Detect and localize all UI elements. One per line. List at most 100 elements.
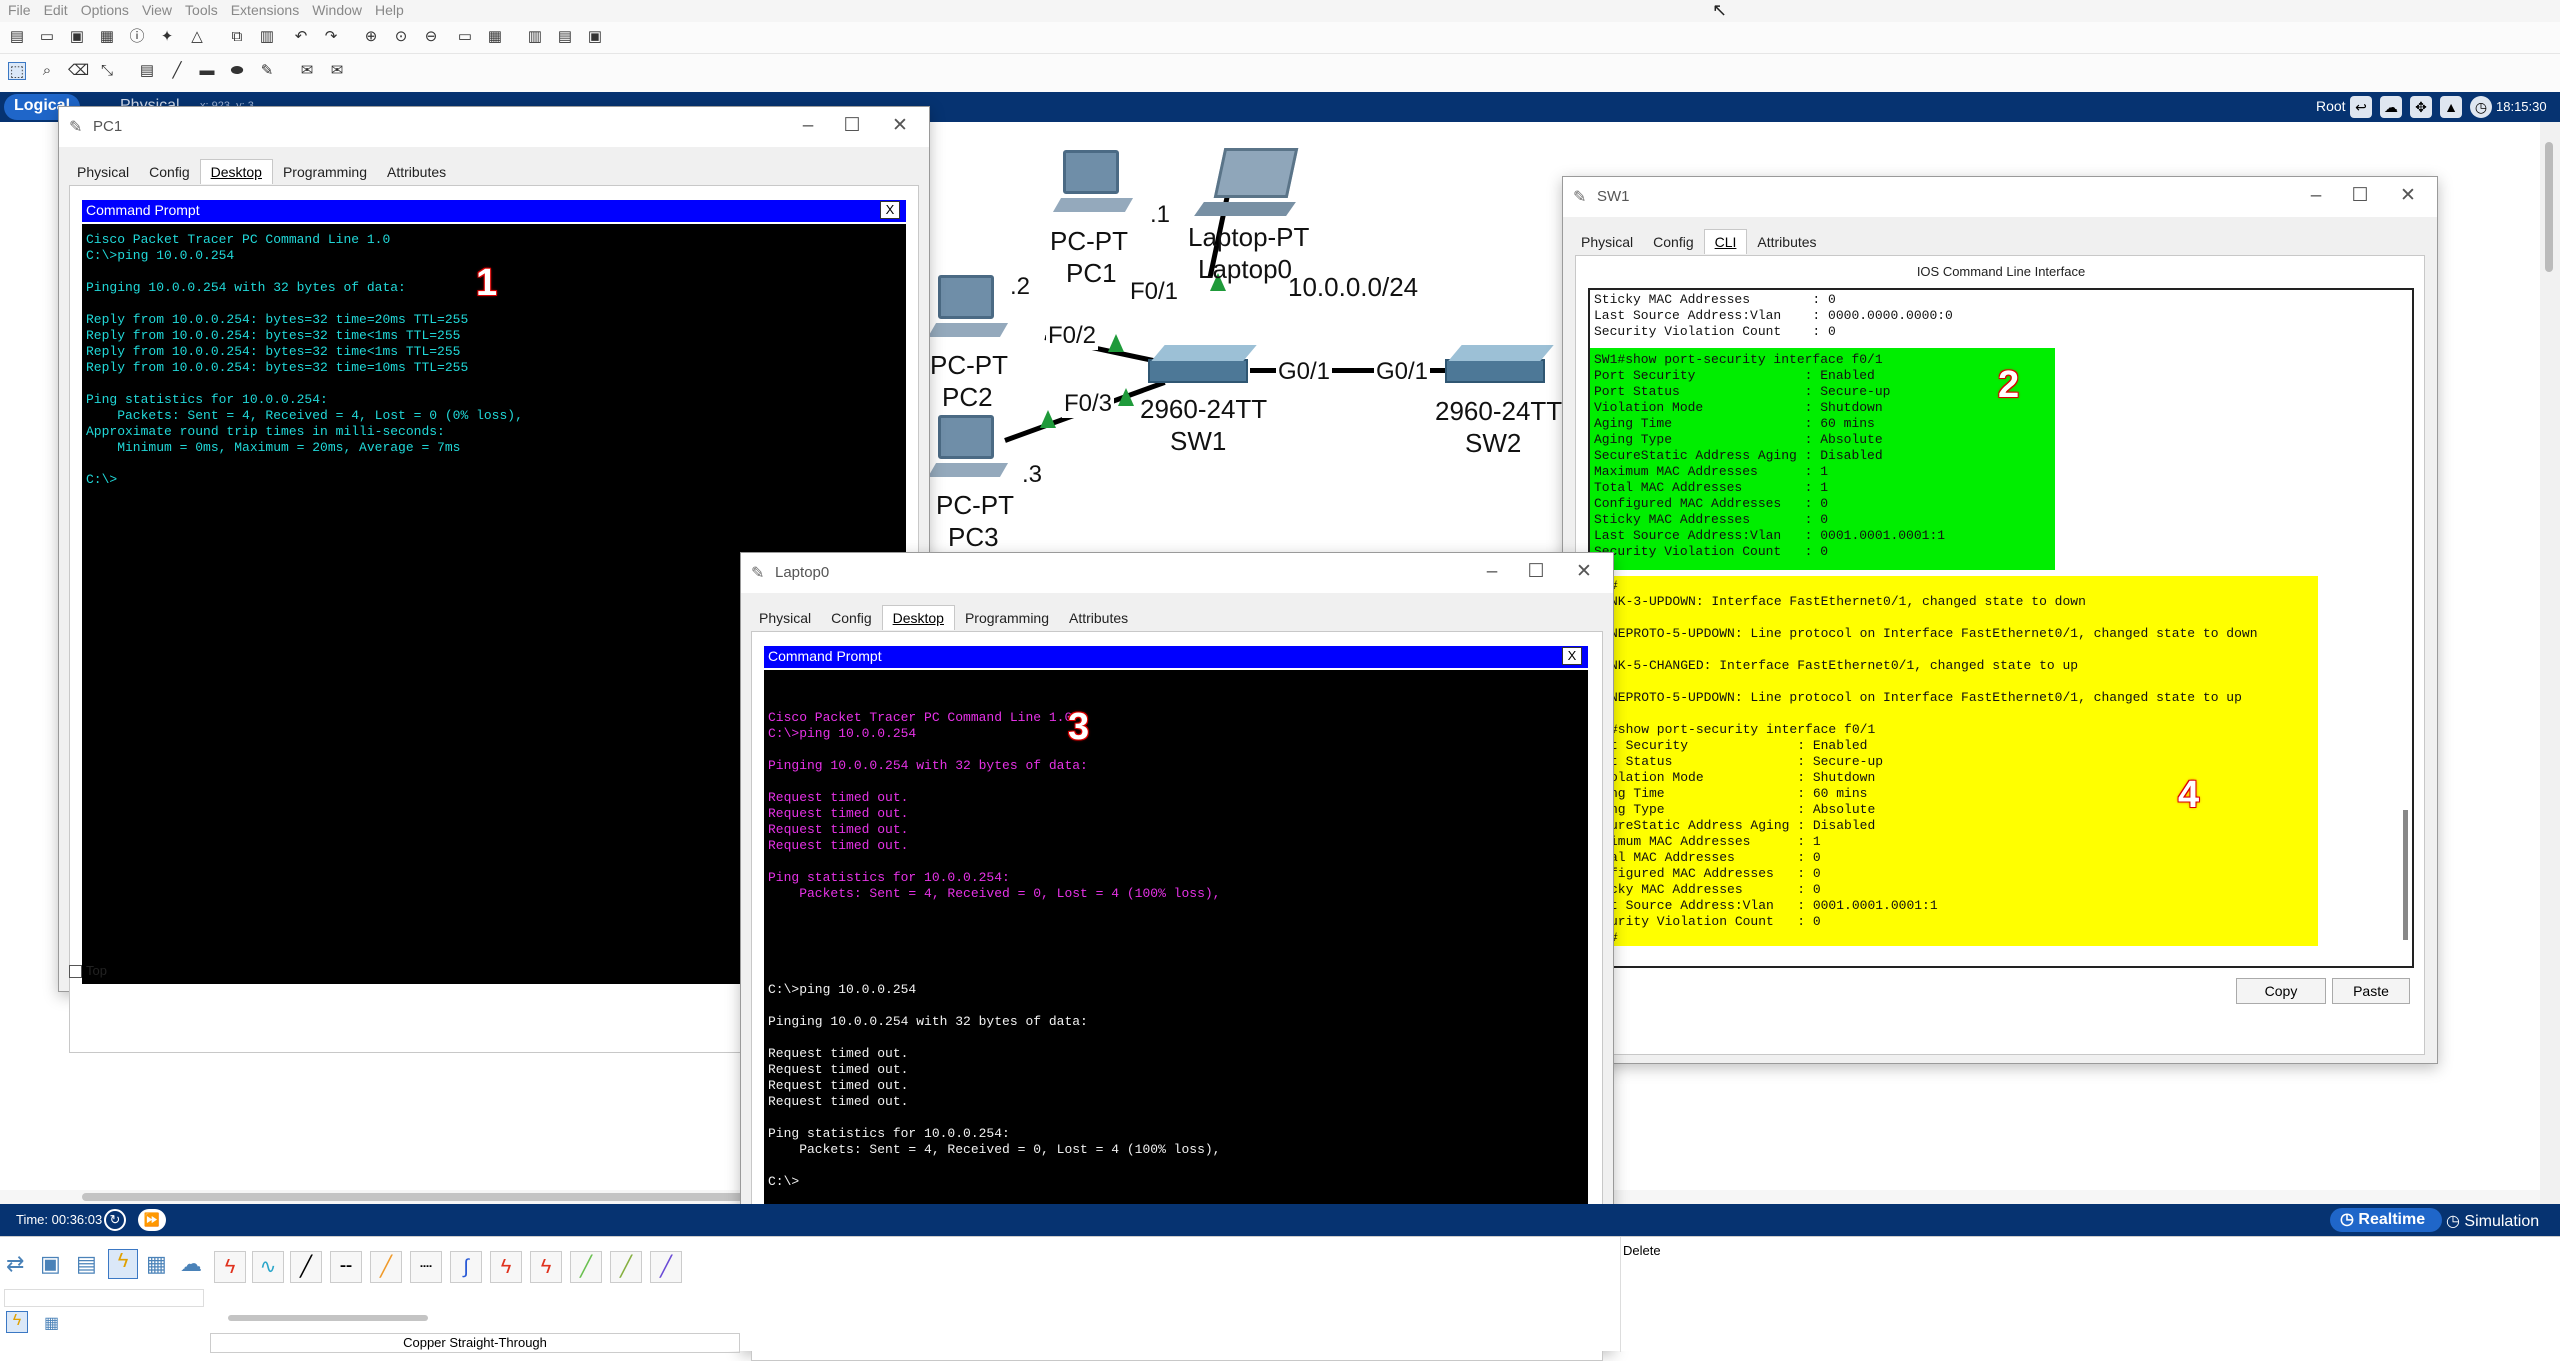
maximize-icon[interactable]: ☐ <box>841 115 863 137</box>
background-image-icon[interactable]: ▲ <box>2440 96 2462 118</box>
tab-config[interactable]: Config <box>1643 230 1703 254</box>
automatic-connection-icon[interactable]: ϟ <box>6 1311 28 1333</box>
tab-config[interactable]: Config <box>821 606 881 630</box>
iot-cable-icon[interactable]: ╱ <box>610 1251 642 1283</box>
tab-attributes[interactable]: Attributes <box>1747 230 1826 254</box>
viewport-clock-icon[interactable]: ◷ <box>2470 96 2492 118</box>
paste-icon[interactable]: ▥ <box>258 28 276 46</box>
copy-button[interactable]: Copy <box>2236 978 2326 1004</box>
drawing-palette-icon[interactable]: ▭ <box>456 28 474 46</box>
connections-grid-icon[interactable]: ▦ <box>44 1313 59 1333</box>
pdu-list-icon[interactable]: ▥ <box>526 28 544 46</box>
undo-icon[interactable]: ↶ <box>292 28 310 46</box>
end-devices-icon[interactable]: ▣ <box>40 1251 61 1277</box>
tab-desktop[interactable]: Desktop <box>199 159 273 184</box>
tab-programming[interactable]: Programming <box>273 160 377 184</box>
close-icon[interactable]: ✕ <box>889 115 911 137</box>
auto-cable-icon[interactable]: ϟ <box>214 1251 246 1283</box>
open-folder-icon[interactable]: ▭ <box>38 28 56 46</box>
cli-scrollbar[interactable] <box>2403 810 2408 940</box>
command-prompt-close-button[interactable]: X <box>880 201 900 219</box>
maximize-icon[interactable]: ☐ <box>2349 185 2371 207</box>
workspace-vertical-scrollbar[interactable] <box>2540 122 2560 1204</box>
move-icon[interactable]: ✥ <box>2410 96 2432 118</box>
console-cable-icon[interactable]: ∿ <box>252 1251 284 1283</box>
serial-dte-icon[interactable]: ϟ <box>530 1251 562 1283</box>
minimize-icon[interactable]: – <box>797 115 819 137</box>
delete-icon[interactable]: ⌫ <box>68 62 89 80</box>
cluster-icon[interactable]: ☁ <box>2380 96 2402 118</box>
tab-physical[interactable]: Physical <box>1571 230 1643 254</box>
paste-button[interactable]: Paste <box>2332 978 2410 1004</box>
tab-config[interactable]: Config <box>139 160 199 184</box>
coaxial-icon[interactable]: ∫ <box>450 1251 482 1283</box>
tab-cli[interactable]: CLI <box>1703 229 1748 254</box>
note-icon[interactable]: ▤ <box>138 62 156 80</box>
custom-device-icon[interactable]: ▦ <box>486 28 504 46</box>
serial-dce-icon[interactable]: ϟ <box>490 1251 522 1283</box>
ipc-icon[interactable]: ▤ <box>556 28 574 46</box>
draw-line-icon[interactable]: ╱ <box>168 62 186 80</box>
power-cycle-icon[interactable]: ↻ <box>104 1209 126 1231</box>
menu-file[interactable]: File <box>0 0 36 18</box>
select-icon[interactable]: ⬚ <box>8 62 26 80</box>
tab-attributes[interactable]: Attributes <box>1059 606 1138 630</box>
inspect-icon[interactable]: ⌕ <box>38 62 56 80</box>
back-icon[interactable]: ↩ <box>2350 96 2372 118</box>
menu-tools[interactable]: Tools <box>177 0 223 18</box>
sw1-titlebar[interactable]: ✎ SW1 – ☐ ✕ <box>1563 177 2437 217</box>
fiber-icon[interactable]: ╱ <box>370 1251 402 1283</box>
resize-icon[interactable]: ⤡ <box>98 62 116 80</box>
info-icon[interactable]: ⓘ <box>128 28 146 46</box>
components-icon[interactable]: ▤ <box>76 1251 97 1277</box>
octal-cable-icon[interactable]: ╱ <box>570 1251 602 1283</box>
complex-pdu-icon[interactable]: ✉ <box>328 62 346 80</box>
menu-options[interactable]: Options <box>73 0 134 18</box>
zoom-out-icon[interactable]: ⊖ <box>422 28 440 46</box>
delete-pdu-button[interactable]: Delete <box>1623 1243 1661 1258</box>
maximize-icon[interactable]: ☐ <box>1525 561 1547 583</box>
simple-pdu-icon[interactable]: ✉ <box>298 62 316 80</box>
pc3-device-icon[interactable] <box>927 415 1009 485</box>
new-file-icon[interactable]: ▤ <box>8 28 26 46</box>
close-icon[interactable]: ✕ <box>2397 185 2419 207</box>
redo-icon[interactable]: ↷ <box>322 28 340 46</box>
copy-icon[interactable]: ⧉ <box>228 28 246 46</box>
palette-scrollbar[interactable] <box>228 1315 428 1321</box>
network-wizard-icon[interactable]: ✦ <box>158 28 176 46</box>
menu-extensions[interactable]: Extensions <box>223 0 304 18</box>
menu-window[interactable]: Window <box>304 0 367 18</box>
sw1-device-icon[interactable] <box>1148 345 1257 385</box>
sw2-device-icon[interactable] <box>1445 345 1554 385</box>
close-icon[interactable]: ✕ <box>1573 561 1595 583</box>
copper-cross-over-icon[interactable]: ╌ <box>330 1251 362 1283</box>
tab-physical[interactable]: Physical <box>749 606 821 630</box>
tab-desktop[interactable]: Desktop <box>881 605 955 630</box>
top-checkbox[interactable]: Top <box>69 963 107 979</box>
zoom-reset-icon[interactable]: ⊙ <box>392 28 410 46</box>
realtime-tab[interactable]: ◷ Realtime <box>2330 1208 2442 1232</box>
cli-output[interactable]: Sticky MAC Addresses : 0 Last Source Add… <box>1588 288 2414 968</box>
minimize-icon[interactable]: – <box>2305 185 2327 207</box>
freeform-icon[interactable]: ✎ <box>258 62 276 80</box>
draw-rect-icon[interactable]: ▬ <box>198 62 216 80</box>
tab-attributes[interactable]: Attributes <box>377 160 456 184</box>
simulation-tab[interactable]: ◷ Simulation <box>2446 1211 2539 1231</box>
menu-help[interactable]: Help <box>367 0 409 18</box>
print-icon[interactable]: ▦ <box>98 28 116 46</box>
tab-physical[interactable]: Physical <box>67 160 139 184</box>
pc1-titlebar[interactable]: ✎ PC1 – ☐ ✕ <box>59 107 929 147</box>
fast-forward-icon[interactable]: ⏩ <box>138 1209 166 1231</box>
copper-straight-through-icon[interactable]: ╱ <box>290 1251 322 1283</box>
usb-cable-icon[interactable]: ╱ <box>650 1251 682 1283</box>
menu-edit[interactable]: Edit <box>36 0 73 18</box>
phone-cable-icon[interactable]: ┈ <box>410 1251 442 1283</box>
zoom-in-icon[interactable]: ⊕ <box>362 28 380 46</box>
tab-programming[interactable]: Programming <box>955 606 1059 630</box>
laptop0-titlebar[interactable]: ✎ Laptop0 – ☐ ✕ <box>741 553 1613 593</box>
pc1-device-icon[interactable] <box>1052 150 1134 218</box>
network-devices-icon[interactable]: ⇄ <box>6 1251 24 1277</box>
connections-icon[interactable]: ϟ <box>108 1249 138 1279</box>
activity-wizard-icon[interactable]: △ <box>188 28 206 46</box>
save-icon[interactable]: ▣ <box>68 28 86 46</box>
